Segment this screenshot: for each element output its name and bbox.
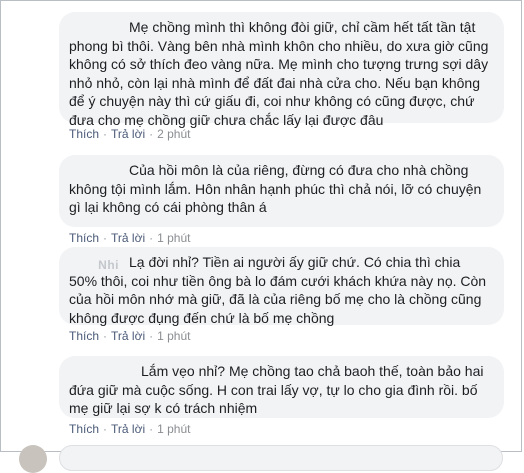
comment-bubble: Mẹ chồng mình thì không đòi giữ, chỉ cầm… xyxy=(59,12,504,128)
comment-author[interactable] xyxy=(69,364,131,378)
reply-link[interactable]: Trả lời xyxy=(111,422,145,436)
comment-item: Của hồi môn là của riêng, đừng có đưa ch… xyxy=(59,155,504,246)
comment-bubble: Của hồi môn là của riêng, đừng có đưa ch… xyxy=(59,155,504,227)
comment-author[interactable] xyxy=(69,20,119,34)
comment-bubble: Nhi Lạ đời nhỉ? Tiền ai người ấy giữ chứ.… xyxy=(59,247,504,326)
comment-text: Của hồi môn là của riêng, đừng có đưa ch… xyxy=(69,162,482,216)
comment-time[interactable]: 1 phút xyxy=(157,422,190,436)
comment-item: Mẹ chồng mình thì không đòi giữ, chỉ cầm… xyxy=(59,12,504,142)
like-link[interactable]: Thích xyxy=(69,329,99,343)
comment-actions: Thích · Trả lời · 1 phút xyxy=(69,329,191,343)
comment-item: Lắm vẹo nhỉ? Mẹ chồng tao chả baoh thế, … xyxy=(59,356,504,437)
like-link[interactable]: Thích xyxy=(69,231,99,245)
comment-author[interactable] xyxy=(69,163,119,177)
comment-time[interactable]: 1 phút xyxy=(157,231,190,245)
comment-actions: Thích · Trả lời · 1 phút xyxy=(69,231,191,245)
comment-text: Lắm vẹo nhỉ? Mẹ chồng tao chả baoh thế, … xyxy=(69,363,484,417)
comment-text: Lạ đời nhỉ? Tiền ai người ấy giữ chứ. Có… xyxy=(69,254,487,326)
reply-link[interactable]: Trả lời xyxy=(111,329,145,343)
comment-text: Mẹ chồng mình thì không đòi giữ, chỉ cầm… xyxy=(69,19,489,128)
comment-bubble: Lắm vẹo nhỉ? Mẹ chồng tao chả baoh thế, … xyxy=(59,356,504,418)
comment-thread: Mẹ chồng mình thì không đòi giữ, chỉ cầm… xyxy=(0,0,522,473)
comment-author[interactable]: Nhi xyxy=(69,256,119,272)
comment-actions: Thích · Trả lời · 1 phút xyxy=(69,422,191,436)
avatar[interactable] xyxy=(19,445,47,473)
reply-input[interactable] xyxy=(59,445,503,471)
reply-link[interactable]: Trả lời xyxy=(111,231,145,245)
comment-time[interactable]: 1 phút xyxy=(157,329,190,343)
comment-item: Nhi Lạ đời nhỉ? Tiền ai người ấy giữ chứ.… xyxy=(59,247,504,344)
like-link[interactable]: Thích xyxy=(69,422,99,436)
